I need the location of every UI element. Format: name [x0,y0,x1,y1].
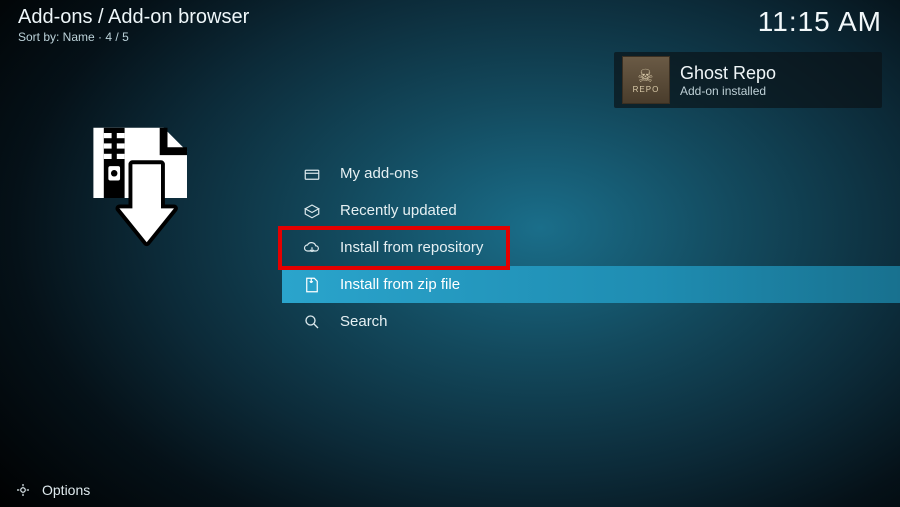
menu-item-label: Install from repository [340,239,483,256]
sort-info: Sort by: Name · 4 / 5 [18,30,249,44]
notification-thumb-text: REPO [633,85,660,94]
notification-subtitle: Add-on installed [680,84,776,98]
menu-item-install-from-repository[interactable]: Install from repository [282,229,900,266]
cloud-down-icon [302,238,322,258]
header: Add-ons / Add-on browser Sort by: Name ·… [18,6,882,44]
menu-item-search[interactable]: Search [282,303,900,340]
addon-browser-icon [70,120,200,250]
menu-item-label: Recently updated [340,202,457,219]
header-left: Add-ons / Add-on browser Sort by: Name ·… [18,6,249,44]
box-icon [302,164,322,184]
page-title: Add-ons / Add-on browser [18,6,249,29]
openbox-icon [302,201,322,221]
menu-item-recently-updated[interactable]: Recently updated [282,192,900,229]
menu-item-label: Install from zip file [340,276,460,293]
menu-item-label: My add-ons [340,165,418,182]
menu-list: My add-ons Recently updated Install from… [282,155,900,340]
footer-options[interactable]: Options [14,481,90,499]
clock: 11:15 AM [758,6,882,38]
menu-item-install-from-zip[interactable]: Install from zip file [282,266,900,303]
search-icon [302,312,322,332]
options-icon [14,481,32,499]
sort-label: Sort by: Name [18,30,95,44]
notification-toast: ☠ REPO Ghost Repo Add-on installed [614,52,882,108]
notification-title: Ghost Repo [680,63,776,84]
zip-icon [302,275,322,295]
menu-item-my-addons[interactable]: My add-ons [282,155,900,192]
notification-text: Ghost Repo Add-on installed [680,63,776,98]
skull-icon: ☠ [637,67,654,85]
options-label: Options [42,482,90,498]
position-counter: 4 / 5 [105,30,128,44]
notification-thumbnail: ☠ REPO [622,56,670,104]
menu-item-label: Search [340,313,388,330]
